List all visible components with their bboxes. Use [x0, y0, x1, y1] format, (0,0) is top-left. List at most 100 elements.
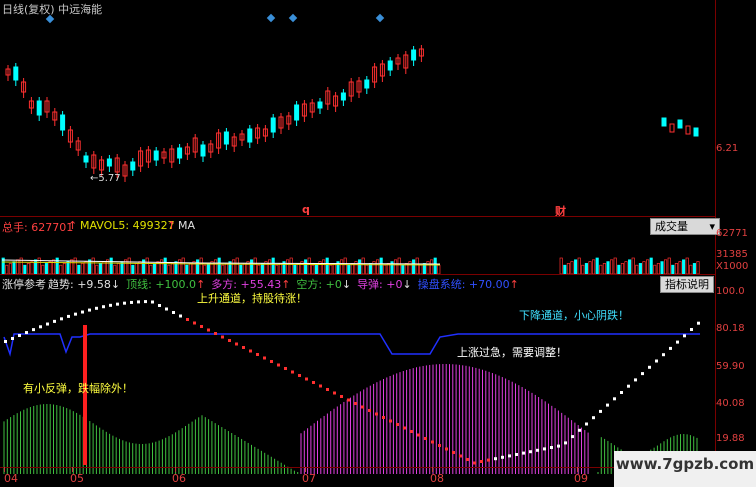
trend-dot	[662, 353, 665, 357]
volume-axis-mid: 31385	[716, 249, 748, 260]
volume-bar	[235, 257, 239, 274]
volume-bar	[307, 257, 311, 274]
x-axis-label: 07	[302, 472, 316, 485]
indicator-axis-20: 19.88	[716, 433, 745, 444]
note-down-channel: 下降通道，小心阴跌！	[519, 309, 629, 322]
panel-separator	[0, 216, 716, 217]
volume-bar	[188, 263, 192, 274]
volume-bar	[667, 257, 671, 274]
candle-body	[177, 147, 183, 159]
trend-dot	[116, 302, 119, 306]
trend-dot	[18, 333, 21, 337]
trend-dot	[200, 325, 203, 328]
volume-bar	[347, 264, 351, 274]
trend-dot	[221, 335, 224, 339]
trend-dot	[102, 305, 105, 309]
trend-dot	[585, 422, 588, 426]
volume-total-arrow: ↑	[68, 219, 78, 232]
volume-bar	[656, 263, 660, 274]
volume-bar	[206, 263, 210, 274]
volume-bar	[278, 263, 282, 274]
indicator-help-button[interactable]: 指标说明	[660, 276, 714, 293]
volume-bar	[624, 261, 628, 274]
volume-bar	[286, 259, 290, 274]
volume-bar	[397, 257, 401, 274]
event-marker-q[interactable]: q	[302, 203, 310, 216]
volume-bar	[329, 264, 333, 274]
volume-axis-max: 62771	[716, 228, 748, 239]
volume-bar	[70, 259, 74, 274]
volume-bar	[170, 263, 174, 274]
indicator-value-item: 导弹: +0↓	[357, 278, 412, 291]
candle-body	[247, 128, 253, 143]
volume-bar	[217, 257, 221, 274]
trend-dot	[641, 372, 644, 376]
volume-bar	[181, 257, 185, 274]
volume-bar	[682, 259, 686, 274]
volume-axis-unit: X1000	[716, 261, 749, 272]
volume-bar	[361, 257, 365, 274]
trend-dot	[592, 416, 595, 420]
volume-bar	[23, 264, 27, 274]
volume-bars[interactable]	[0, 240, 716, 274]
indicator-axis-40: 40.08	[716, 398, 745, 409]
candle-body	[669, 123, 675, 133]
trend-dot	[81, 310, 84, 314]
trend-dot	[480, 460, 483, 463]
trend-dot	[606, 403, 609, 407]
volume-bar	[584, 263, 588, 274]
trend-dot	[165, 307, 168, 311]
volume-bar	[113, 264, 117, 274]
trend-dot	[571, 435, 574, 439]
trend-dot	[690, 328, 693, 331]
volume-bar	[620, 263, 624, 274]
volume-bar	[84, 261, 88, 274]
volume-bar	[232, 259, 236, 274]
volume-bar	[48, 261, 52, 274]
price-candles[interactable]	[0, 20, 716, 216]
volume-bar	[394, 259, 398, 274]
volume-bar	[574, 259, 578, 274]
trend-dot	[123, 301, 126, 305]
volume-bar	[26, 263, 30, 274]
candle-body	[693, 127, 699, 137]
volume-bar	[250, 259, 254, 274]
volume-bar	[62, 263, 66, 274]
volume-bar	[134, 263, 138, 274]
trend-dot	[368, 409, 371, 412]
volume-bar	[214, 259, 218, 274]
trend-dot	[515, 453, 518, 456]
volume-bar	[199, 257, 203, 274]
volume-bar	[77, 264, 81, 274]
trend-dot	[319, 384, 322, 388]
note-rebound: 有小反弹，跌幅除外！	[23, 382, 133, 395]
volume-bar	[80, 263, 84, 274]
trend-dot	[333, 391, 336, 395]
volume-bar	[322, 259, 326, 274]
volume-bar	[163, 257, 167, 274]
volume-bar	[646, 259, 650, 274]
volume-bar	[30, 261, 34, 274]
volume-bar	[224, 263, 228, 274]
trend-dot	[494, 457, 497, 461]
candle-body	[340, 92, 346, 101]
trend-dot	[564, 441, 567, 445]
volume-bar	[692, 263, 696, 274]
price-axis-label: 6.21	[716, 143, 739, 154]
trend-dot	[683, 334, 686, 338]
candle-body	[83, 155, 89, 163]
volume-bar	[127, 257, 131, 274]
indicator-value-item: 趋势: +9.58↓	[48, 278, 121, 291]
trend-dot	[39, 325, 42, 329]
indicator-name[interactable]: 涨停参考	[2, 276, 46, 292]
indicator-axis-60: 59.90	[716, 361, 745, 372]
volume-indicator-dropdown[interactable]: 成交量 ▾	[650, 218, 720, 235]
trend-dot	[543, 447, 546, 451]
trend-dot	[25, 331, 28, 335]
ma-label: MA	[178, 219, 196, 232]
volume-bar	[296, 263, 300, 274]
trend-dot	[487, 458, 490, 462]
x-axis-label: 09	[574, 472, 588, 485]
volume-bar	[649, 257, 653, 274]
volume-bar	[314, 263, 318, 274]
